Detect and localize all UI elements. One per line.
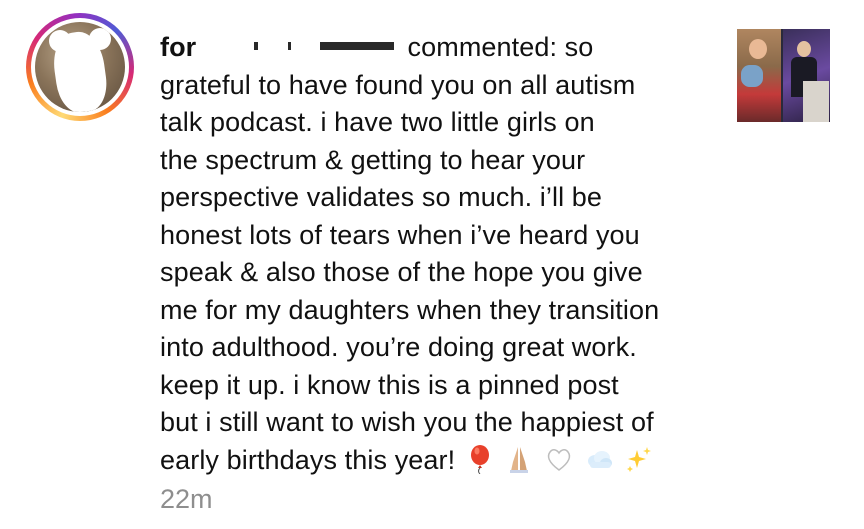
comment-text: for commented: so grateful to have found… <box>160 29 720 479</box>
comment-line: grateful to have found you on all autism <box>160 69 636 100</box>
sparkles-icon <box>623 444 653 474</box>
post-thumbnail[interactable] <box>737 29 830 122</box>
avatar[interactable] <box>35 22 125 112</box>
comment-line: keep it up. i know this is a pinned post <box>160 369 619 400</box>
avatar-redaction-ear-left <box>49 30 71 52</box>
comment-line: but i still want to wish you the happies… <box>160 407 654 437</box>
timestamp: 22m <box>160 484 213 514</box>
username-redaction <box>204 34 400 62</box>
white-heart-icon <box>544 444 574 474</box>
comment-line: speak & also those of the hope you give <box>160 257 643 287</box>
avatar-story-ring[interactable] <box>26 13 134 121</box>
comment-line: honest lots of tears when i’ve heard you <box>160 219 640 250</box>
comment-first-line: for commented: so <box>160 29 720 67</box>
thumbnail-right-photo <box>783 29 830 122</box>
comment-line: me for my daughters when they transition <box>160 294 660 325</box>
comment-last-line: early birthdays this year! <box>160 442 720 480</box>
comment-line: the spectrum & getting to hear your <box>160 144 586 175</box>
comment-line: early birthdays this year! <box>160 444 456 475</box>
username[interactable]: for <box>160 32 196 62</box>
comment-line: talk podcast. i have two little girls on <box>160 107 595 137</box>
cloud-icon <box>584 444 614 474</box>
comment-notification[interactable]: for commented: so grateful to have found… <box>0 0 864 529</box>
action-text: commented: so <box>407 32 594 62</box>
thumbnail-left-photo <box>737 29 781 122</box>
balloon-icon <box>465 444 495 474</box>
comment-line: into adulthood. you’re doing great work. <box>160 332 637 362</box>
avatar-redaction-ear-right <box>89 28 111 50</box>
comment-line: perspective validates so much. i’ll be <box>160 182 603 212</box>
folded-hands-icon <box>504 444 534 474</box>
